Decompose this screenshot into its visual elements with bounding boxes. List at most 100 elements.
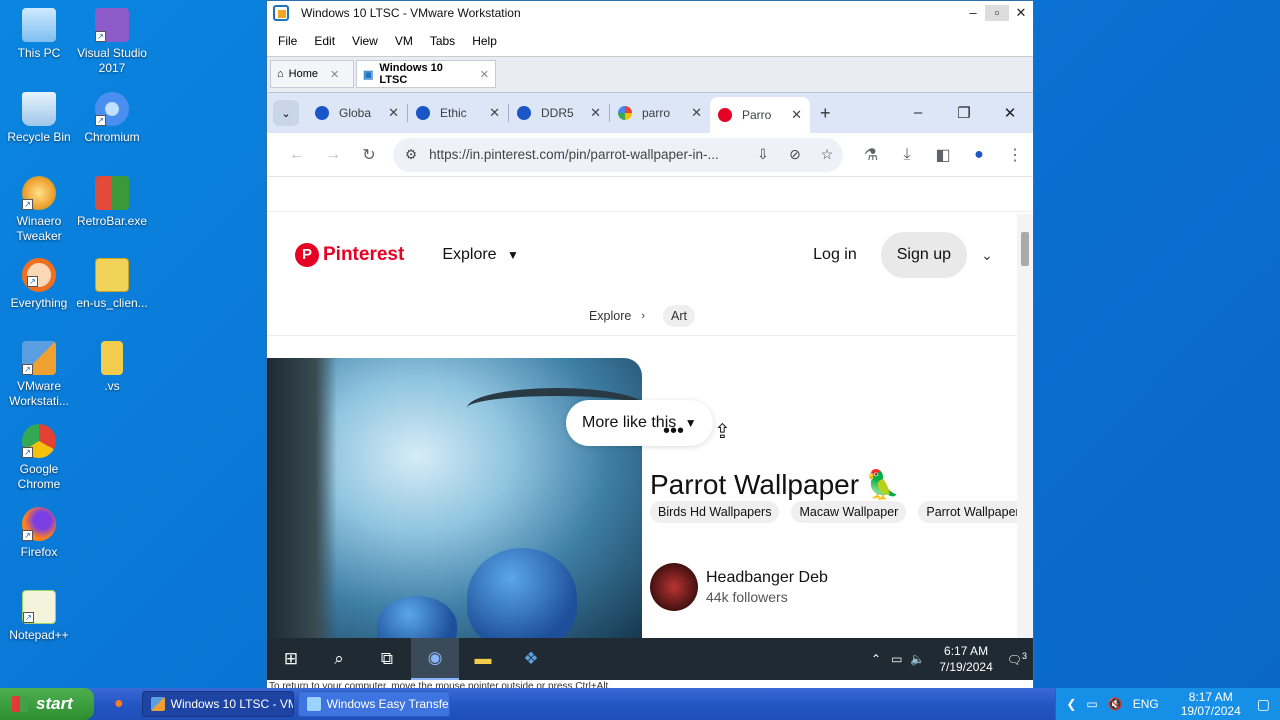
chrome-tab-1[interactable]: Globa ✕ <box>307 97 407 129</box>
scrollbar[interactable] <box>1017 214 1033 638</box>
start-button[interactable]: start <box>0 688 94 720</box>
close-icon[interactable]: ✕ <box>987 104 1033 122</box>
chrome-tab-5-active[interactable]: Parro ✕ <box>710 97 810 133</box>
back-icon[interactable]: ← <box>279 146 315 164</box>
close-tab-icon[interactable]: ✕ <box>330 68 339 81</box>
taskbar-easy-transfer-button[interactable]: Windows Easy Transfer ... <box>297 691 450 717</box>
url-text[interactable]: https://in.pinterest.com/pin/parrot-wall… <box>429 147 747 162</box>
chevron-down-icon[interactable]: ⌄ <box>967 247 1007 264</box>
new-tab-button[interactable]: + <box>820 103 831 124</box>
tab-search-icon[interactable]: ⌄ <box>273 100 299 126</box>
desktop-icon-notepad-plus-plus[interactable]: ↗ Notepad++ <box>0 590 78 643</box>
iso-file-icon <box>95 258 129 292</box>
vmware-logo-icon <box>273 5 289 21</box>
close-icon[interactable]: ✕ <box>1009 5 1033 21</box>
menu-edit[interactable]: Edit <box>314 34 335 48</box>
home-icon: ⌂ <box>277 68 284 80</box>
vm-tab-home[interactable]: ⌂ Home ✕ <box>270 60 354 88</box>
side-panel-icon[interactable]: ◧ <box>925 145 961 165</box>
language-indicator[interactable]: ENG <box>1133 697 1159 711</box>
profile-avatar-icon[interactable]: ● <box>961 146 997 164</box>
close-icon[interactable]: ✕ <box>388 105 399 121</box>
taskbar-app-icon[interactable]: ❖ <box>507 638 555 680</box>
restore-icon[interactable]: ❐ <box>941 104 987 122</box>
desktop-icon-everything[interactable]: ↗ Everything <box>0 258 78 311</box>
bookmark-star-icon[interactable]: ☆ <box>811 146 843 163</box>
minimize-icon[interactable]: – <box>961 5 985 21</box>
pinterest-favicon-icon <box>718 108 732 122</box>
close-icon[interactable]: ✕ <box>791 107 802 123</box>
close-icon[interactable]: ✕ <box>489 105 500 121</box>
chrome-tab-strip: ⌄ Globa ✕ Ethic ✕ DDR5 ✕ parro ✕ Parro ✕… <box>267 93 1033 133</box>
notification-icon[interactable]: 🗨3 <box>1007 651 1027 667</box>
pinterest-logo[interactable]: P Pinterest <box>295 243 404 267</box>
breadcrumb-art[interactable]: Art <box>663 304 696 327</box>
chrome-tab-4[interactable]: parro ✕ <box>610 97 710 129</box>
chip-birds-hd[interactable]: Birds Hd Wallpapers <box>650 501 780 523</box>
desktop-icon-vs-folder[interactable]: .vs <box>73 341 151 394</box>
login-button[interactable]: Log in <box>813 246 857 264</box>
search-icon[interactable]: ⌕ <box>315 638 363 680</box>
menu-help[interactable]: Help <box>472 34 497 48</box>
author-name[interactable]: Headbanger Deb <box>706 569 828 587</box>
menu-kebab-icon[interactable]: ⋮ <box>997 145 1033 165</box>
chrome-tab-2[interactable]: Ethic ✕ <box>408 97 508 129</box>
taskbar-explorer-icon[interactable]: ▬ <box>459 638 507 680</box>
network-icon[interactable]: ▭ <box>1086 697 1097 711</box>
signup-button[interactable]: Sign up <box>880 232 967 278</box>
minimize-icon[interactable]: – <box>895 104 941 122</box>
desktop-icon-google-chrome[interactable]: ↗ Google Chrome <box>0 424 78 492</box>
scrollbar-thumb[interactable] <box>1021 232 1029 266</box>
taskbar-chrome-icon[interactable]: ◉ <box>411 638 459 680</box>
maximize-icon[interactable]: ▫ <box>985 5 1009 21</box>
close-icon[interactable]: ✕ <box>691 105 702 121</box>
guest-clock[interactable]: 6:17 AM 7/19/2024 <box>939 643 992 675</box>
desktop-icon-retrobar[interactable]: RetroBar.exe <box>73 176 151 229</box>
site-info-icon[interactable]: ⚙ <box>405 147 417 163</box>
more-options-icon[interactable]: ••• <box>663 420 684 443</box>
task-view-icon[interactable]: ⧉ <box>363 638 411 680</box>
host-clock[interactable]: 8:17 AM 19/07/2024 <box>1181 690 1241 718</box>
desktop-icon-visual-studio[interactable]: ↗ Visual Studio 2017 <box>73 8 151 76</box>
menu-vm[interactable]: VM <box>395 34 413 48</box>
address-bar[interactable]: ⚙ https://in.pinterest.com/pin/parrot-wa… <box>393 137 843 172</box>
labs-flask-icon[interactable]: ⚗ <box>853 145 889 165</box>
desktop-icon-recycle-bin[interactable]: Recycle Bin <box>0 92 78 145</box>
close-icon[interactable]: ✕ <box>590 105 601 121</box>
network-icon[interactable]: ▭ <box>891 652 902 666</box>
chrome-tab-3[interactable]: DDR5 ✕ <box>509 97 609 129</box>
desktop-icon-this-pc[interactable]: This PC <box>0 8 78 61</box>
action-center-icon[interactable]: ▢ <box>1257 696 1270 713</box>
show-hidden-icon[interactable]: ❮ <box>1066 697 1076 711</box>
reload-icon[interactable]: ↻ <box>351 145 387 165</box>
desktop-icon-vmware[interactable]: ↗ VMware Workstati... <box>0 341 78 409</box>
menu-file[interactable]: File <box>278 34 297 48</box>
volume-icon[interactable]: 🔈 <box>910 652 925 666</box>
desktop-icon-chromium[interactable]: ↗ Chromium <box>73 92 151 145</box>
download-icon[interactable]: ⤓ <box>889 146 925 164</box>
desktop-icon-firefox[interactable]: ↗ Firefox <box>0 507 78 560</box>
menu-tabs[interactable]: Tabs <box>430 34 455 48</box>
chromium-icon: ↗ <box>95 92 129 126</box>
close-tab-icon[interactable]: ✕ <box>480 68 489 81</box>
desktop-icon-winaero[interactable]: ↗ Winaero Tweaker <box>0 176 78 244</box>
vm-tab-windows10[interactable]: ▣ Windows 10 LTSC ✕ <box>356 60 496 88</box>
explore-menu[interactable]: Explore ▼ <box>442 246 519 264</box>
windows-start-icon[interactable]: ⊞ <box>267 638 315 680</box>
tracking-eye-icon[interactable]: ⊘ <box>779 146 811 163</box>
taskbar-vmware-button[interactable]: Windows 10 LTSC - VM... <box>141 691 294 717</box>
firefox-quicklaunch-icon[interactable]: ● <box>114 695 124 713</box>
avatar[interactable] <box>650 563 698 611</box>
forward-icon[interactable]: → <box>315 146 351 164</box>
chevron-up-icon[interactable]: ⌃ <box>871 652 881 666</box>
menu-view[interactable]: View <box>352 34 378 48</box>
mute-icon[interactable]: 🔇 <box>1108 697 1123 711</box>
desktop-icon-iso-file[interactable]: en-us_clien... <box>73 258 151 311</box>
chip-macaw[interactable]: Macaw Wallpaper <box>791 501 907 523</box>
breadcrumb-explore[interactable]: Explore <box>589 309 631 323</box>
install-app-icon[interactable]: ⇩ <box>747 146 779 163</box>
chip-parrot[interactable]: Parrot Wallpaper <box>918 501 1017 523</box>
share-icon[interactable]: ⇪ <box>714 419 731 444</box>
author-block[interactable]: Headbanger Deb 44k followers <box>650 563 828 611</box>
guest-screen[interactable]: ⌄ Globa ✕ Ethic ✕ DDR5 ✕ parro ✕ Parro ✕… <box>267 93 1033 638</box>
